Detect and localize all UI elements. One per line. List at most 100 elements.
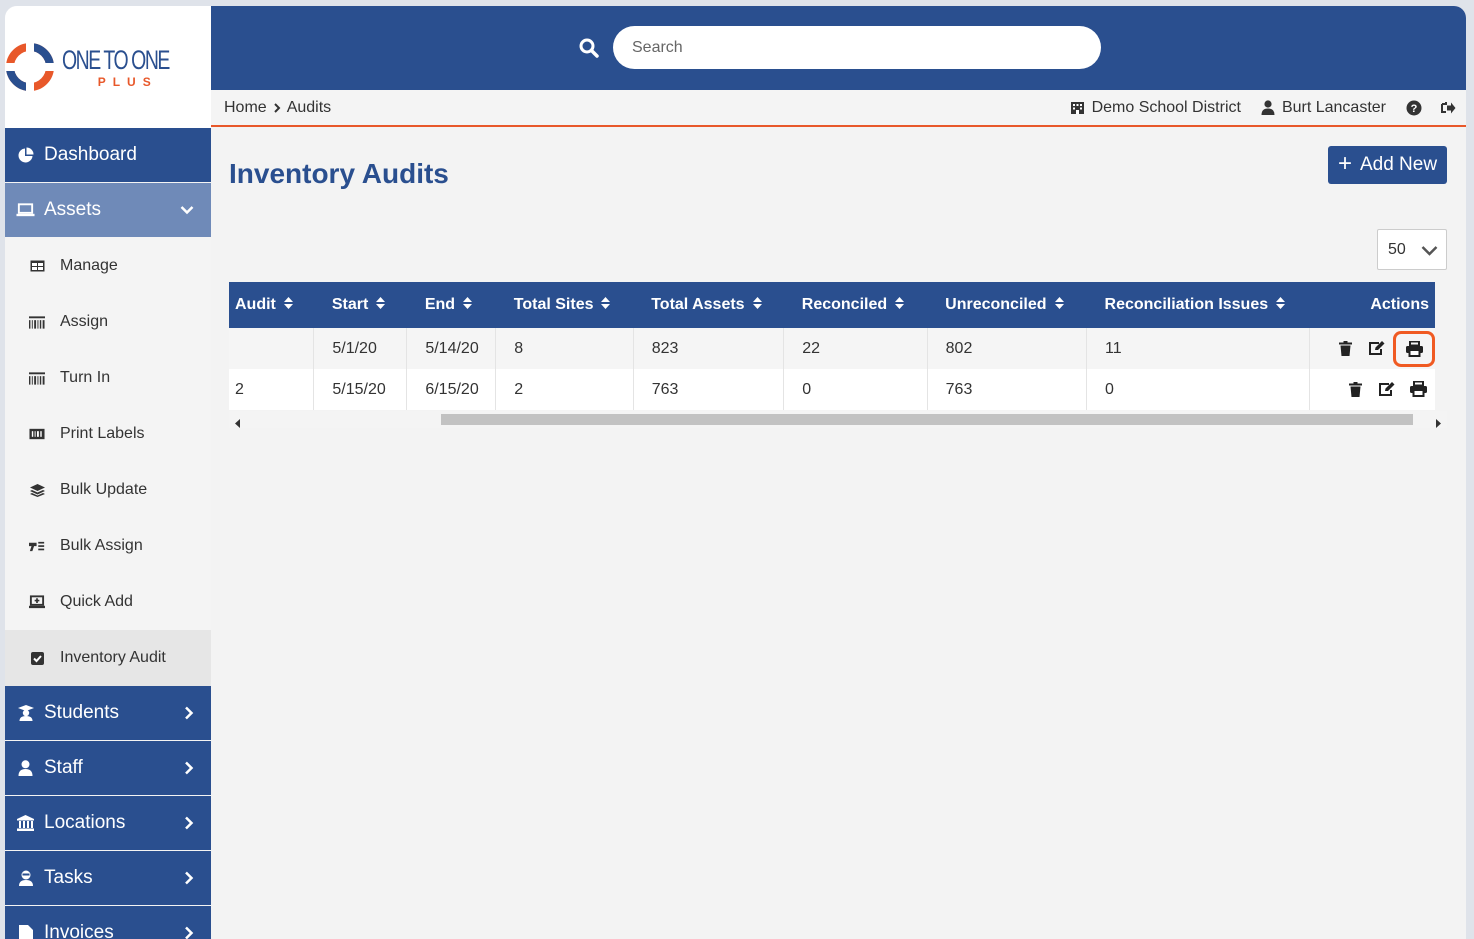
nav-manage[interactable]: Manage [5,238,211,294]
user-name: Burt Lancaster [1281,98,1386,116]
add-new-button[interactable]: + Add New [1328,146,1447,184]
nav-assign[interactable]: Assign [5,294,211,350]
sort-icon [601,296,611,314]
logo-mark [5,43,54,91]
col-total-assets[interactable]: Total Assets [633,282,784,328]
nav-invoices-label: Invoices [44,922,114,939]
chevron-right-icon [184,761,194,775]
cell-audit[interactable]: 2 [229,369,315,410]
cell-total-sites: 2 [495,369,634,410]
pie-chart-icon [16,146,35,165]
col-reconciliation-issues[interactable]: Reconciliation Issues [1086,282,1310,328]
nav-print-labels[interactable]: Print Labels [5,406,211,462]
print-button-highlight[interactable] [1393,330,1435,367]
cell-issues: 0 [1086,369,1311,410]
breadcrumb-home[interactable]: Home [224,99,267,117]
nav-bulk-update-label: Bulk Update [60,481,148,498]
nav-dashboard-label: Dashboard [44,144,137,165]
cell-end: 5/14/20 [406,328,497,369]
sort-icon [1054,296,1064,314]
layers-icon [29,483,45,497]
audits-table: Audit Start End Total Sites Total Assets… [229,282,1435,410]
nav-invoices[interactable]: Invoices [5,906,211,939]
chevron-right-icon [184,706,194,720]
trash-icon[interactable] [1339,341,1353,356]
nav-assets[interactable]: Assets [5,183,211,238]
sidebar: Dashboard Assets Manage Assign Turn In P… [5,128,211,939]
label-icon [29,428,45,440]
scrollbar-thumb[interactable] [441,414,1413,425]
cell-reconciled: 22 [783,328,928,369]
nav-staff[interactable]: Staff [5,741,211,796]
nav-quick-add[interactable]: Quick Add [5,574,211,630]
top-header [211,6,1466,90]
sort-icon [376,296,386,314]
col-unreconciled[interactable]: Unreconciled [927,282,1087,328]
col-reconciled[interactable]: Reconciled [783,282,928,328]
nav-assets-label: Assets [44,199,102,220]
cell-actions [1309,369,1435,410]
print-icon[interactable] [1405,340,1423,357]
print-icon[interactable] [1410,381,1427,398]
nav-inventory-audit[interactable]: Inventory Audit [5,630,211,686]
nav-assign-label: Assign [60,313,109,330]
edit-icon[interactable] [1368,341,1385,356]
plus-icon: + [1337,150,1352,177]
sort-icon [283,296,293,314]
institution-icon [16,814,35,833]
nav-bulk-update[interactable]: Bulk Update [5,462,211,518]
nav-tasks[interactable]: Tasks [5,851,211,906]
district-selector[interactable]: Demo School District [1070,99,1241,117]
nav-turn-in-label: Turn In [60,369,111,386]
barcode-icon [29,371,45,385]
app-frame: ONE TO ONE PLUS Home Audits Demo School … [5,6,1466,939]
nav-students-label: Students [44,702,119,723]
bulk-assign-icon [29,540,45,553]
sort-icon [463,296,473,314]
breadcrumb-current: Audits [286,98,332,116]
horizontal-scrollbar[interactable] [229,411,1447,428]
nav-turn-in[interactable]: Turn In [5,350,211,406]
search-input[interactable] [613,26,1101,69]
col-audit[interactable]: Audit [229,282,314,328]
scroll-right-icon[interactable] [1435,415,1441,433]
chevron-right-icon [184,926,194,939]
cell-audit[interactable] [229,328,315,369]
cell-total-assets: 823 [633,328,785,369]
user-menu[interactable]: Burt Lancaster [1261,99,1386,117]
col-start[interactable]: Start [313,282,407,328]
laptop-plus-icon [29,595,45,609]
table-row[interactable]: 2 5/15/20 6/15/20 2 763 0 763 0 [229,369,1435,410]
logout-icon[interactable] [1441,101,1456,115]
col-total-sites[interactable]: Total Sites [495,282,634,328]
nav-locations[interactable]: Locations [5,796,211,851]
chevron-right-icon [273,102,281,113]
trash-icon[interactable] [1349,381,1363,397]
nav-staff-label: Staff [44,757,83,778]
nav-bulk-assign[interactable]: Bulk Assign [5,518,211,574]
user-icon [1261,100,1275,115]
sort-icon [752,296,762,314]
district-name: Demo School District [1091,98,1241,116]
col-end[interactable]: End [406,282,496,328]
page-size-value: 50 [1388,240,1406,258]
add-new-label: Add New [1359,154,1438,175]
audits-table-container: Audit Start End Total Sites Total Assets… [229,282,1447,428]
nav-bulk-assign-label: Bulk Assign [60,537,143,554]
page-size-select[interactable]: 50 [1377,229,1447,270]
edit-icon[interactable] [1378,381,1395,397]
svg-text:?: ? [1411,103,1418,115]
logo[interactable]: ONE TO ONE PLUS [5,6,211,128]
scroll-left-icon[interactable] [235,415,241,433]
checkbox-icon [29,651,45,665]
chevron-down-icon [180,205,194,215]
nav-students[interactable]: Students [5,686,211,741]
nav-dashboard[interactable]: Dashboard [5,128,211,183]
building-icon [1070,101,1084,114]
search-icon[interactable] [579,38,599,63]
chevron-right-icon [184,871,194,885]
table-row[interactable]: 5/1/20 5/14/20 8 823 22 802 11 [229,328,1435,369]
help-icon[interactable]: ? [1406,100,1422,116]
nav-tasks-label: Tasks [44,867,93,888]
chevron-right-icon [184,816,194,830]
